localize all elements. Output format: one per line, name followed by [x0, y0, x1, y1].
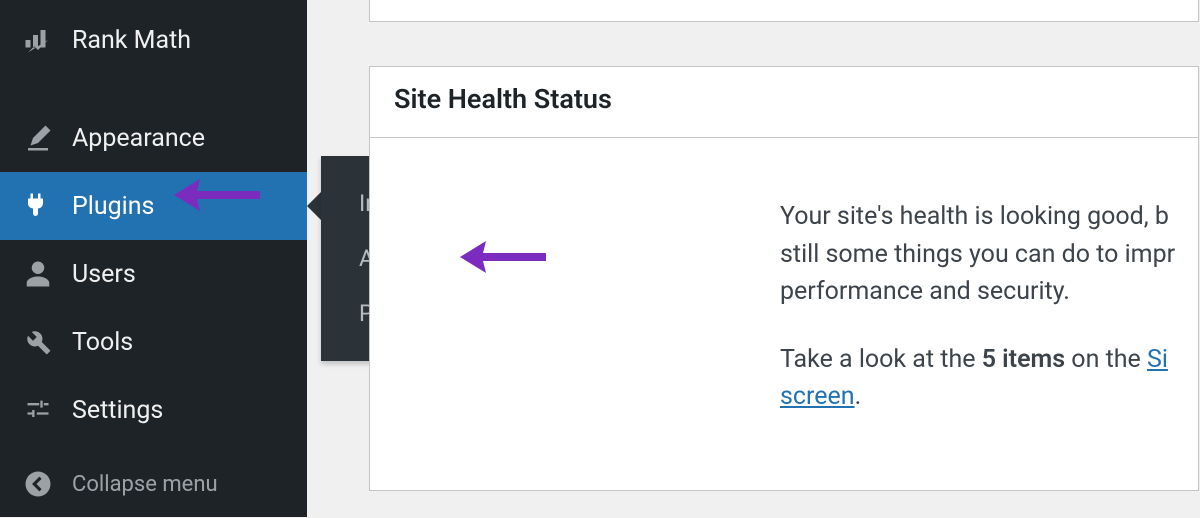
site-health-text-2: Take a look at the 5 items on the Siscre…	[780, 341, 1198, 416]
collapse-icon	[20, 466, 56, 502]
sidebar-item-label: Appearance	[72, 124, 205, 153]
plugins-icon	[20, 188, 56, 224]
settings-icon	[20, 392, 56, 428]
sidebar-item-label: Rank Math	[72, 26, 191, 55]
sidebar-item-users[interactable]: Users	[0, 240, 307, 308]
sidebar-item-label: Users	[72, 260, 136, 289]
tools-icon	[20, 324, 56, 360]
rankmath-icon	[20, 22, 56, 58]
users-icon	[20, 256, 56, 292]
panel-title: Site Health Status	[370, 67, 1198, 138]
sidebar-item-label: Settings	[72, 396, 163, 425]
collapse-label: Collapse menu	[72, 472, 218, 497]
main-content: Site Health Status Your site's health is…	[307, 0, 1200, 517]
sidebar-collapse-button[interactable]: Collapse menu	[0, 450, 307, 518]
sidebar-item-appearance[interactable]: Appearance	[0, 104, 307, 172]
sidebar-item-tools[interactable]: Tools	[0, 308, 307, 376]
sidebar-item-settings[interactable]: Settings	[0, 376, 307, 444]
site-health-link-2[interactable]: screen	[780, 382, 855, 411]
sidebar-item-label: Plugins	[72, 192, 154, 221]
sidebar-item-plugins[interactable]: Plugins	[0, 172, 307, 240]
sidebar-item-rank-math[interactable]: Rank Math	[0, 6, 307, 74]
sidebar-item-label: Tools	[72, 328, 133, 357]
panel-body: Your site's health is looking good, b st…	[370, 138, 1198, 490]
panel-previous-stub	[369, 0, 1199, 22]
admin-sidebar: Rank Math Appearance Plugins Users Tools…	[0, 0, 307, 517]
site-health-link[interactable]: Si	[1147, 345, 1168, 374]
appearance-icon	[20, 120, 56, 156]
site-health-text-1: Your site's health is looking good, b st…	[780, 198, 1198, 311]
site-health-panel: Site Health Status Your site's health is…	[369, 66, 1199, 491]
